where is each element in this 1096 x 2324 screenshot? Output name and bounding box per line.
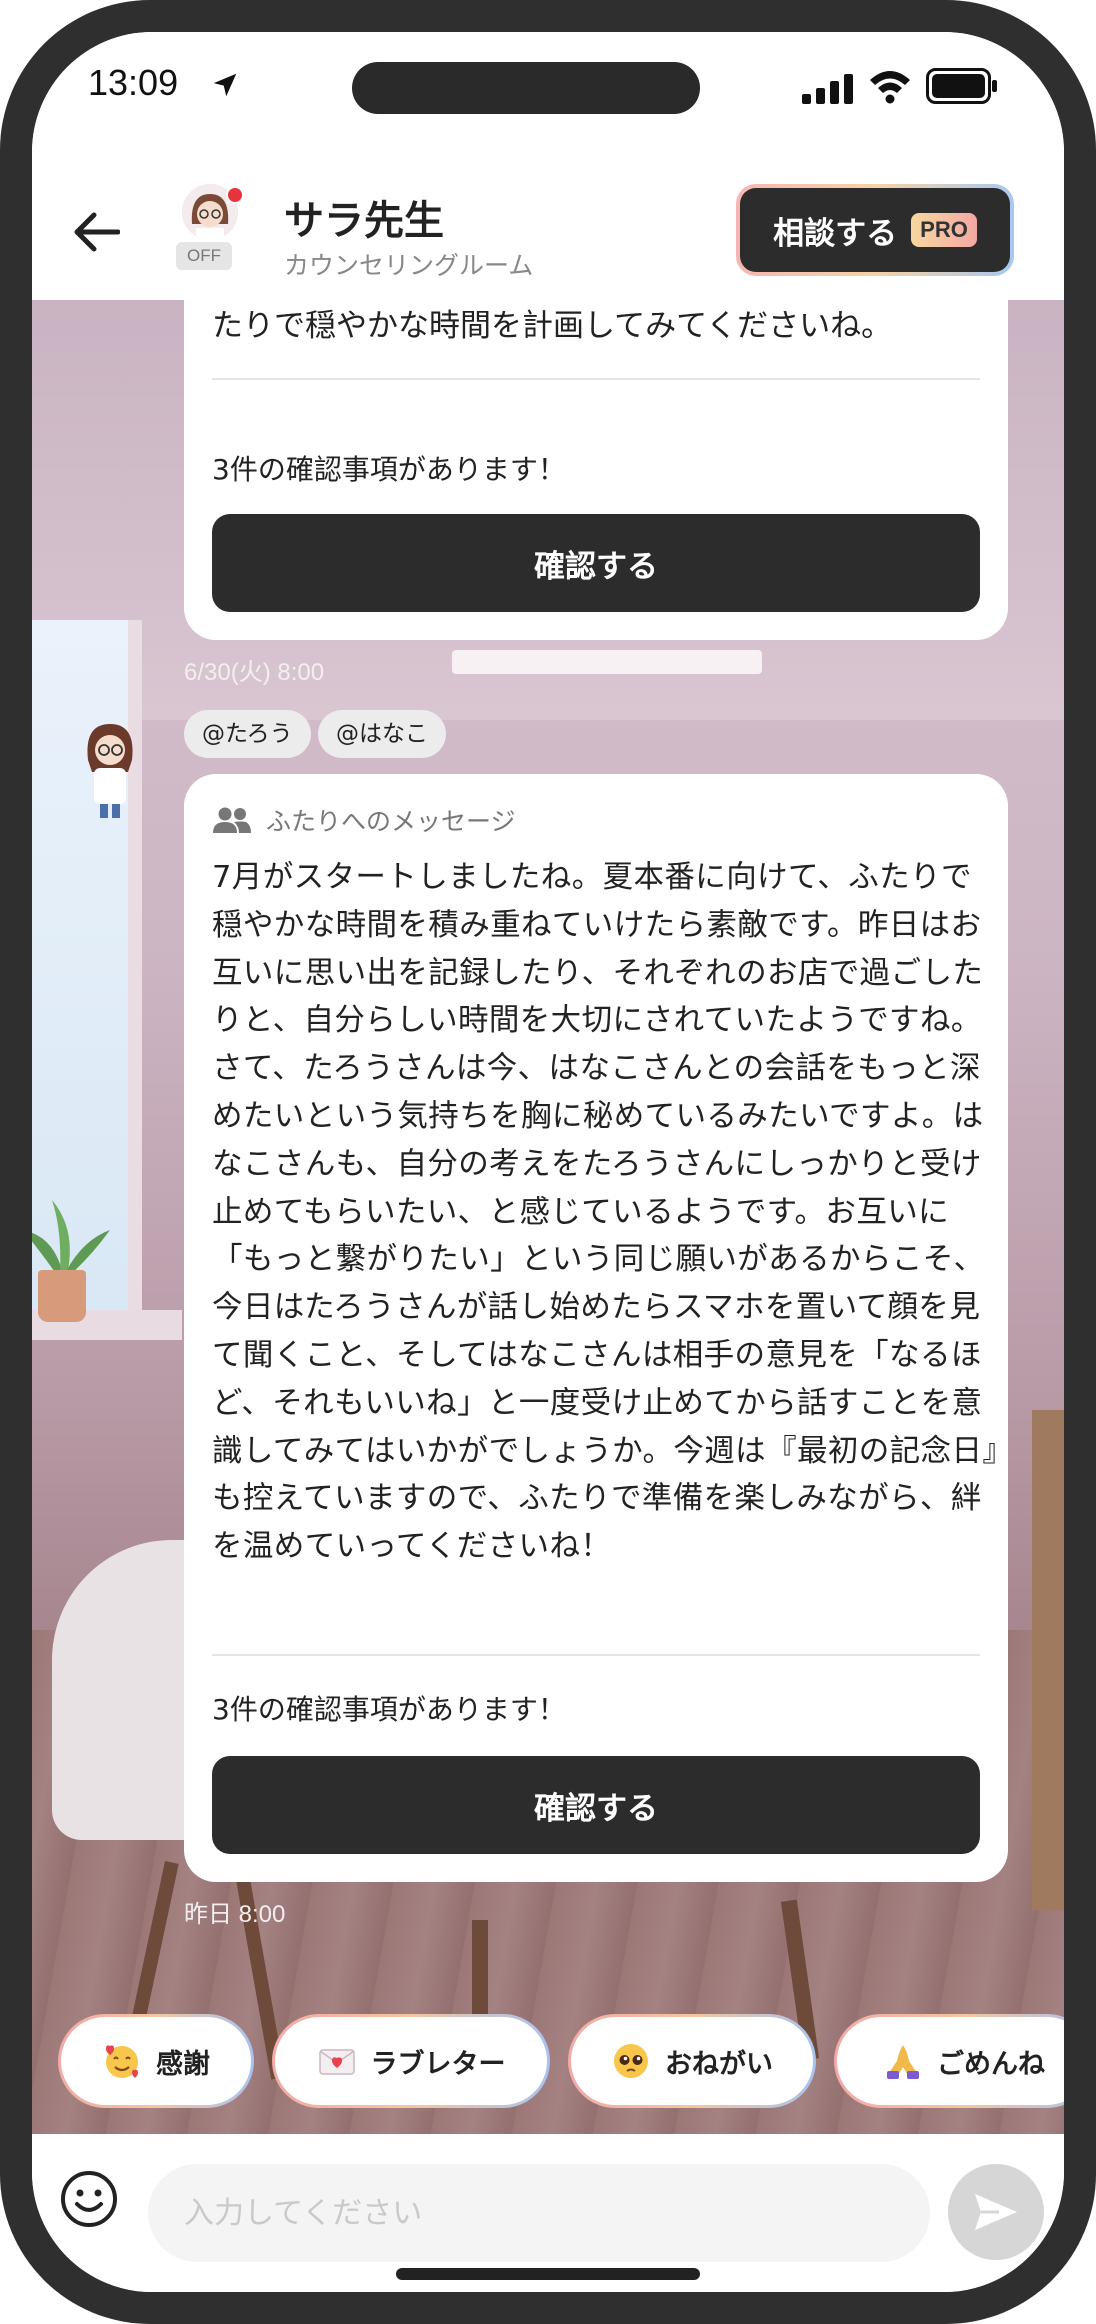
mention-tag-hanako[interactable]: @はなこ bbox=[318, 710, 446, 758]
status-bar: 13:09 bbox=[32, 32, 1064, 162]
notification-dot bbox=[226, 186, 244, 204]
home-indicator bbox=[396, 2268, 700, 2280]
chat-area[interactable]: たりで穏やかな時間を計画してみてくださいね。 3件の確認事項があります！ 確認す… bbox=[32, 300, 1064, 2134]
counselor-avatar[interactable]: OFF bbox=[176, 184, 246, 274]
message-header: ふたりへのメッセージ bbox=[212, 802, 516, 838]
location-arrow-icon bbox=[213, 73, 237, 97]
message-input-bar bbox=[32, 2134, 1064, 2292]
plant-pot bbox=[38, 1270, 86, 1322]
divider bbox=[212, 378, 980, 380]
chip-inner: ごめんね bbox=[837, 2017, 1064, 2105]
send-button[interactable] bbox=[948, 2164, 1044, 2260]
message-card: ふたりへのメッセージ 7月がスタートしましたね。夏本番に向けて、ふたりで穏やかな… bbox=[184, 774, 1008, 1882]
status-time: 13:09 bbox=[88, 62, 179, 103]
chip-inner: 感謝 bbox=[61, 2017, 251, 2105]
message-timestamp: 昨日 8:00 bbox=[184, 1901, 286, 1928]
consult-button-inner: 相談する PRO bbox=[740, 188, 1010, 272]
chip-label: ごめんね bbox=[937, 2048, 1045, 2080]
phone-frame: 13:09 OFF サラ先生 カウンセリングルーム 相談する PRO たりで穏や… bbox=[0, 0, 1096, 2324]
wifi-icon bbox=[870, 71, 910, 104]
send-icon bbox=[975, 2194, 1017, 2230]
pro-badge: PRO bbox=[911, 213, 977, 247]
message-header-label: ふたりへのメッセージ bbox=[266, 807, 516, 836]
love-letter-icon bbox=[318, 2049, 355, 2075]
folded-hands-icon bbox=[887, 2045, 919, 2079]
chip-love-letter[interactable]: ラブレター bbox=[272, 2014, 550, 2108]
back-button[interactable] bbox=[68, 204, 124, 260]
message-timestamp: 6/30(火) 8:00 bbox=[184, 659, 325, 686]
chip-sorry[interactable]: ごめんね bbox=[834, 2014, 1064, 2108]
message-input[interactable] bbox=[148, 2164, 930, 2262]
screen: 13:09 OFF サラ先生 カウンセリングルーム 相談する PRO たりで穏や… bbox=[32, 32, 1064, 2292]
chip-label: 感謝 bbox=[156, 2048, 210, 2080]
ceiling-light bbox=[452, 650, 762, 674]
message-body: 7月がスタートしましたね。夏本番に向けて、ふたりで穏やかな時間を積み重ねていけた… bbox=[212, 860, 999, 1565]
chat-header: OFF サラ先生 カウンセリングルーム 相談する PRO bbox=[32, 162, 1064, 300]
confirm-button[interactable]: 確認する bbox=[212, 1756, 980, 1854]
people-icon bbox=[213, 807, 251, 833]
confirm-notice: 3件の確認事項があります！ bbox=[212, 1693, 566, 1726]
battery-icon bbox=[926, 68, 997, 104]
message-card-previous: たりで穏やかな時間を計画してみてくださいね。 3件の確認事項があります！ 確認す… bbox=[184, 300, 1008, 640]
chip-label: おねがい bbox=[665, 2048, 773, 2080]
consult-button[interactable]: 相談する PRO bbox=[736, 184, 1014, 276]
emoji-icon[interactable] bbox=[58, 2168, 120, 2230]
dynamic-island bbox=[352, 62, 700, 114]
confirm-notice: 3件の確認事項があります！ bbox=[212, 453, 566, 486]
status-badge: OFF bbox=[176, 242, 232, 270]
arrow-left-icon bbox=[74, 212, 120, 252]
consult-button-label: 相談する bbox=[773, 215, 898, 252]
confirm-button[interactable]: 確認する bbox=[212, 514, 980, 612]
plant-icon bbox=[32, 1200, 110, 1275]
message-tail-text: たりで穏やかな時間を計画してみてくださいね。 bbox=[212, 308, 893, 344]
counselor-mini-avatar-icon bbox=[87, 724, 133, 818]
page-title: サラ先生 bbox=[284, 198, 444, 244]
pleading-face-icon bbox=[614, 2044, 648, 2078]
page-subtitle: カウンセリングルーム bbox=[284, 251, 534, 280]
chip-please[interactable]: おねがい bbox=[568, 2014, 816, 2108]
room-shelf bbox=[1032, 1410, 1064, 1910]
smiling-hearts-icon bbox=[106, 2045, 138, 2078]
chip-inner: ラブレター bbox=[275, 2017, 547, 2105]
chip-thanks[interactable]: 感謝 bbox=[58, 2014, 254, 2108]
chip-label: ラブレター bbox=[370, 2048, 506, 2080]
mention-tag-taro[interactable]: @たろう bbox=[184, 710, 311, 758]
quick-reactions: 感謝 ラブレター おねがい ごめんね bbox=[32, 2014, 1064, 2114]
divider bbox=[212, 1654, 980, 1656]
chip-inner: おねがい bbox=[571, 2017, 813, 2105]
cellular-signal-icon bbox=[802, 74, 853, 104]
